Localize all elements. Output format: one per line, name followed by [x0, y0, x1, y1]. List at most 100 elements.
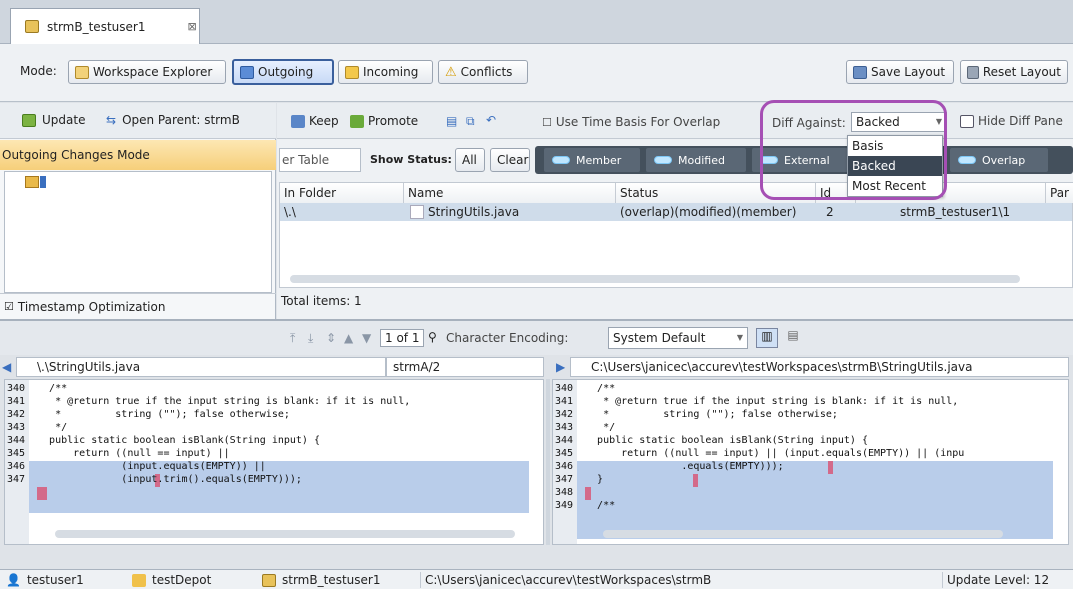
workspace-explorer-label: Workspace Explorer	[93, 65, 213, 79]
chip-overlap-label: Overlap	[982, 153, 1026, 167]
workspace-tree	[4, 171, 272, 293]
open-parent-button[interactable]: ⇆ Open Parent: strmB	[106, 113, 240, 127]
outgoing-icon	[240, 65, 254, 79]
save-layout-button[interactable]: Save Layout	[846, 60, 954, 84]
chip-member[interactable]: Member	[544, 148, 640, 172]
workspace-icon	[25, 20, 39, 33]
chip-modified[interactable]: Modified	[646, 148, 746, 172]
right-line-number: 343	[555, 422, 574, 433]
incoming-button[interactable]: Incoming	[338, 60, 433, 84]
right-path-bar: C:\Users\janicec\accurev\testWorkspaces\…	[570, 357, 1069, 377]
page-indicator: 1 of 1	[380, 329, 425, 347]
depot-icon	[132, 573, 146, 587]
right-code-pane[interactable]: 340 /** 341 * @return true if the input s…	[552, 379, 1069, 545]
all-label: All	[462, 153, 477, 167]
horizontal-scrollbar[interactable]	[290, 275, 1020, 283]
right-line-number: 340	[555, 383, 574, 394]
changes-table: In Folder Name Status Id Par \.\ StringU…	[279, 182, 1073, 288]
up-arrow-icon[interactable]: ▲	[344, 331, 353, 345]
left-code-line: (input.equals(EMPTY)) ||	[31, 461, 266, 472]
binoculars-icon[interactable]: ⚲	[428, 330, 437, 344]
conflicts-button[interactable]: ⚠ Conflicts	[438, 60, 528, 84]
history-icon[interactable]: ↶	[486, 113, 496, 127]
panel-title: Outgoing Changes Mode	[0, 140, 276, 170]
save-layout-label: Save Layout	[871, 65, 946, 79]
time-basis-checkbox[interactable]: ☐ Use Time Basis For Overlap	[542, 115, 720, 129]
header-parent[interactable]: Par	[1046, 183, 1073, 203]
toggle-icon	[654, 156, 672, 164]
update-icon	[22, 113, 36, 127]
header-in-folder[interactable]: In Folder	[280, 183, 404, 203]
down-arrow-icon[interactable]: ▼	[362, 331, 371, 345]
left-code-scrollbar[interactable]	[55, 530, 515, 538]
update-button[interactable]: Update	[22, 113, 85, 127]
close-icon[interactable]: ⊠	[187, 20, 196, 33]
toggle-icon	[552, 156, 570, 164]
mode-bar: Mode: Workspace Explorer Outgoing Incomi…	[0, 44, 1073, 102]
copy-icon[interactable]: ⧉	[466, 114, 475, 129]
right-code-line: */	[579, 422, 616, 433]
checkbox-icon[interactable]: ☑	[4, 300, 14, 313]
total-items: Total items: 1	[281, 294, 362, 308]
left-code-pane[interactable]: 340 /** 341 * @return true if the input s…	[4, 379, 544, 545]
incoming-icon	[345, 65, 359, 79]
reset-layout-button[interactable]: Reset Layout	[960, 60, 1068, 84]
show-status-label: Show Status:	[370, 153, 452, 166]
all-button[interactable]: All	[455, 148, 485, 172]
warning-icon: ⚠	[445, 64, 457, 80]
sync-icon[interactable]: ⇕	[326, 331, 336, 345]
left-line-number: 344	[7, 435, 26, 446]
incoming-label: Incoming	[363, 65, 419, 79]
row-folder: \.\	[284, 205, 296, 219]
right-code-line: * string (""); false otherwise;	[579, 409, 838, 420]
status-depot-label: testDepot	[152, 573, 212, 587]
right-line-number: 348	[555, 487, 574, 498]
right-line-number: 346	[555, 461, 574, 472]
chip-modified-label: Modified	[678, 153, 725, 167]
outgoing-label: Outgoing	[258, 65, 314, 79]
tree-icon	[75, 65, 89, 79]
right-code-line: /**	[579, 500, 616, 511]
left-version-bar: strmA/2	[386, 357, 544, 377]
left-code-line: /**	[31, 383, 68, 394]
folder-icon[interactable]	[25, 176, 39, 188]
row-name: StringUtils.java	[428, 205, 520, 219]
next-diff-icon[interactable]: ⤓	[308, 331, 313, 346]
clear-button[interactable]: Clear	[490, 148, 530, 172]
status-workspace: strmB_testuser1	[262, 572, 380, 588]
hide-diff-pane-button[interactable]: Hide Diff Pane	[960, 114, 1063, 128]
tab-workspace[interactable]: strmB_testuser1 ⊠	[10, 8, 200, 44]
unified-view-icon[interactable]: ▤	[782, 328, 804, 348]
promote-button[interactable]: Promote	[350, 114, 418, 128]
left-code-line: (input.trim().equals(EMPTY)));	[31, 474, 302, 485]
split-view-icon[interactable]: ▥	[756, 328, 778, 348]
time-basis-label: Use Time Basis For Overlap	[555, 115, 721, 129]
workspace-explorer-button[interactable]: Workspace Explorer	[68, 60, 226, 84]
outgoing-button[interactable]: Outgoing	[232, 59, 334, 85]
left-panel: Update ⇆ Open Parent: strmB Outgoing Cha…	[0, 103, 276, 319]
encoding-select[interactable]: System Default ▼	[608, 327, 748, 349]
right-code-scrollbar[interactable]	[603, 530, 1003, 538]
left-path-bar: \.\StringUtils.java	[16, 357, 386, 377]
header-name[interactable]: Name	[404, 183, 616, 203]
right-line-number: 342	[555, 409, 574, 420]
document-icon[interactable]: ▤	[446, 114, 457, 128]
right-code-line: /**	[579, 383, 616, 394]
first-diff-icon[interactable]: ⤒	[290, 331, 295, 346]
reset-layout-label: Reset Layout	[982, 65, 1061, 79]
encoding-label: Character Encoding:	[446, 331, 569, 345]
keep-button[interactable]: Keep	[291, 114, 339, 128]
right-arrow-icon[interactable]: ▶	[556, 360, 565, 374]
left-arrow-icon[interactable]: ◀	[2, 360, 11, 374]
clear-label: Clear	[497, 153, 529, 167]
highlight-annotation	[760, 100, 947, 200]
layout-icon	[967, 65, 979, 79]
filter-input[interactable]: er Table	[279, 148, 361, 172]
timestamp-optimization-toggle[interactable]: ☑ Timestamp Optimization	[0, 293, 276, 319]
left-code-line: * string (""); false otherwise;	[31, 409, 290, 420]
pane-icon	[960, 114, 974, 128]
status-workspace-label: strmB_testuser1	[282, 573, 381, 587]
chip-overlap[interactable]: Overlap	[950, 148, 1048, 172]
left-code-line: public static boolean isBlank(String inp…	[31, 435, 320, 446]
chevron-down-icon: ▼	[736, 333, 743, 342]
